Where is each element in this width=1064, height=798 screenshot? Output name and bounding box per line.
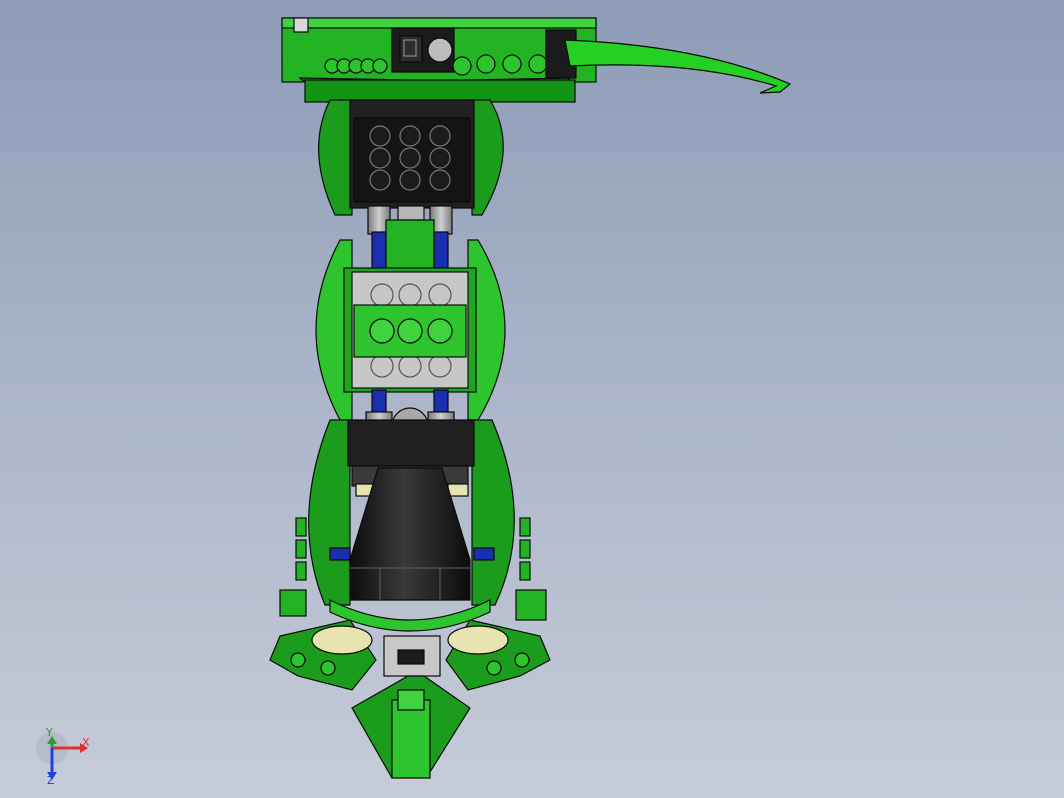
upper-side-wing-right bbox=[471, 99, 504, 216]
upper-joint bbox=[367, 205, 453, 271]
tail-spike bbox=[351, 675, 471, 779]
cad-viewport[interactable]: X Y Z bbox=[0, 0, 1064, 798]
lower-body[interactable] bbox=[295, 419, 531, 632]
stud-row-left bbox=[324, 58, 388, 74]
y-axis-label: Y bbox=[45, 726, 53, 739]
lower-wing-left bbox=[308, 419, 351, 606]
lower-wing-right bbox=[471, 419, 515, 606]
z-axis-label: Z bbox=[47, 774, 55, 787]
head-assembly[interactable] bbox=[281, 17, 597, 103]
axis-triad: X Y Z bbox=[36, 726, 90, 787]
black-plate-studs bbox=[369, 125, 451, 191]
curved-antenna bbox=[564, 39, 792, 94]
front-legs[interactable] bbox=[269, 589, 551, 691]
lego-model[interactable] bbox=[269, 17, 792, 779]
upper-body-block[interactable] bbox=[318, 99, 504, 216]
x-axis-label: X bbox=[82, 736, 90, 749]
upper-side-wing-left bbox=[318, 99, 353, 216]
